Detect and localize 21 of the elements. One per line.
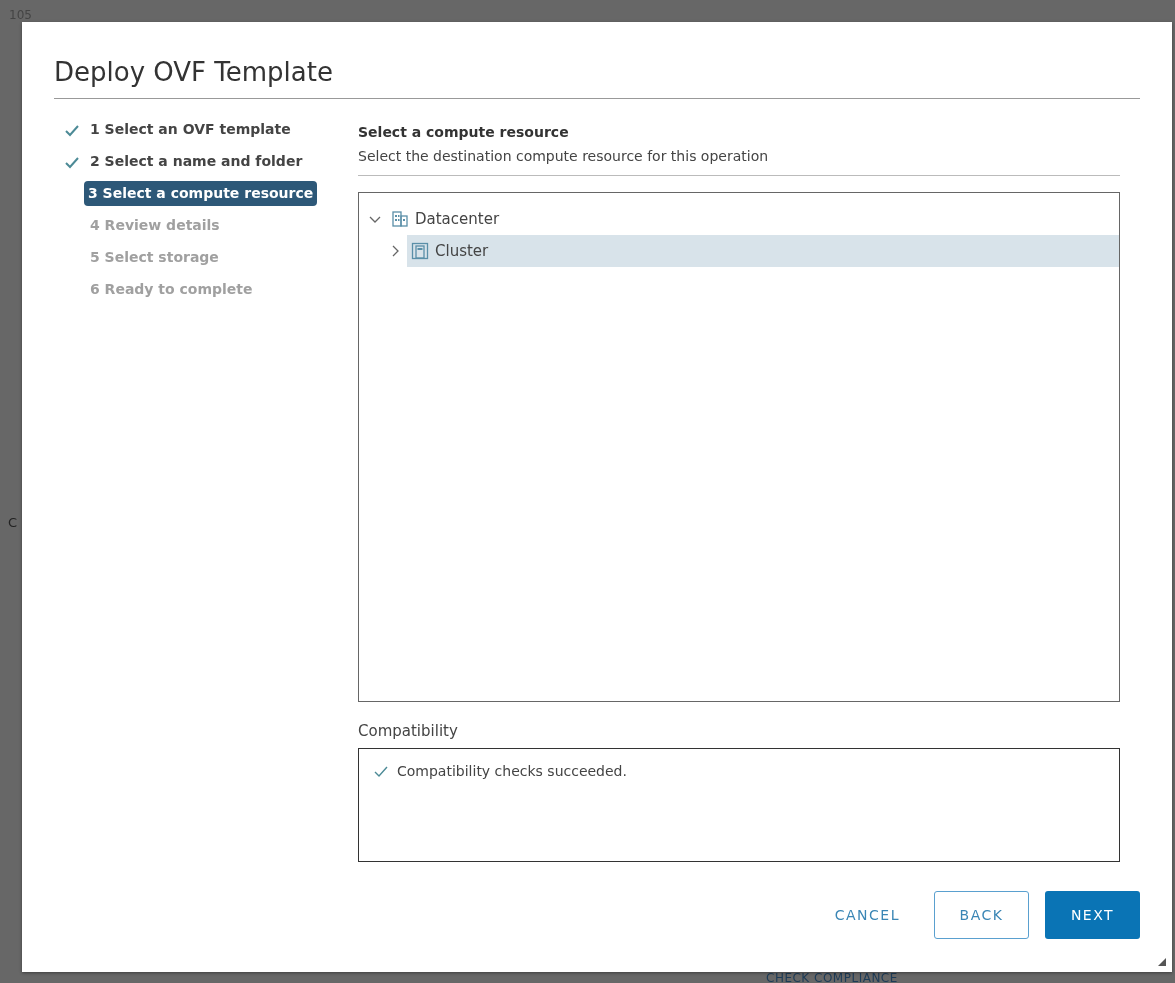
tree-node-label: Datacenter (415, 210, 500, 228)
dialog-title: Deploy OVF Template (54, 54, 1140, 99)
section-heading: Select a compute resource (358, 123, 570, 141)
background-text: CHECK COMPLIANCE (766, 972, 898, 983)
back-button[interactable]: BACK (934, 891, 1029, 939)
cancel-button[interactable]: CANCEL (816, 891, 918, 939)
tree-node[interactable]: Cluster (407, 235, 1119, 267)
wizard-step[interactable]: 2 Select a name and folder (84, 149, 309, 174)
compatibility-label: Compatibility (358, 722, 459, 740)
tree-node-label: Cluster (435, 242, 489, 260)
wizard-step[interactable]: 5 Select storage (84, 245, 225, 270)
wizard-step[interactable]: 1 Select an OVF template (84, 117, 297, 142)
wizard-step[interactable]: 3 Select a compute resource (84, 181, 318, 206)
next-button[interactable]: NEXT (1045, 891, 1140, 939)
wizard-step[interactable]: 4 Review details (84, 213, 226, 238)
resize-grip-icon (1158, 958, 1166, 966)
wizard-step[interactable]: 6 Ready to complete (84, 277, 259, 302)
background-text: C (8, 517, 18, 529)
section-description: Select the destination compute resource for this operation (358, 141, 1120, 176)
tree-node[interactable]: Datacenter (387, 203, 1119, 235)
status-message: Compatibility checks succeeded. (397, 763, 627, 779)
